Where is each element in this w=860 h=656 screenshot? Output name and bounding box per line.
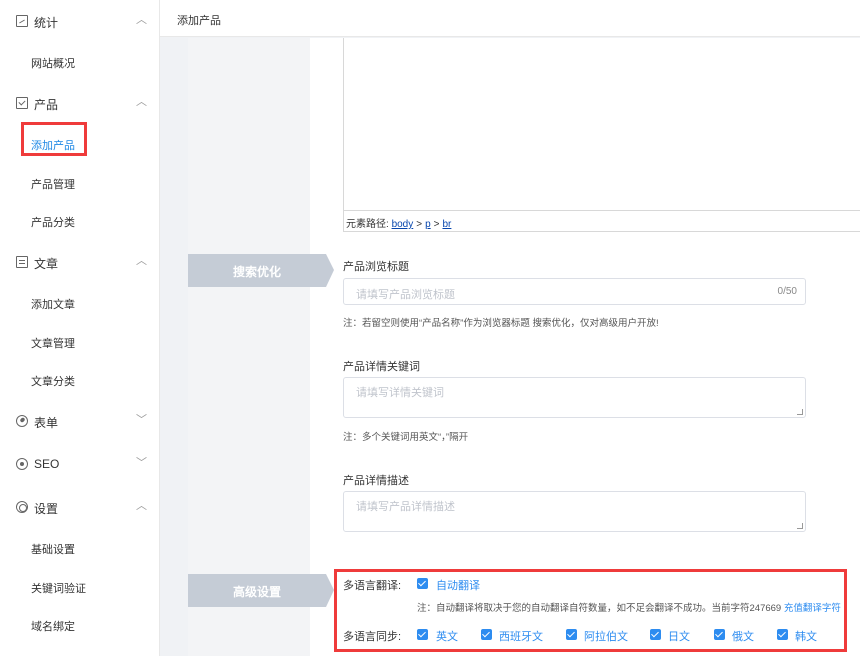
sidebar-group-label: SEO bbox=[34, 457, 60, 471]
chevron-down-icon: ﹀ bbox=[136, 457, 147, 469]
target-icon bbox=[16, 458, 28, 470]
lang-label-russian[interactable]: 俄文 bbox=[732, 628, 754, 644]
element-path-p-link[interactable]: p bbox=[425, 219, 431, 230]
chevron-down-icon: ﹀ bbox=[136, 414, 147, 426]
chevron-up-icon: ︿ bbox=[136, 255, 147, 267]
textarea-placeholder: 请填写详情关键词 bbox=[356, 387, 444, 399]
keywords-label: 产品详情关键词 bbox=[343, 361, 420, 373]
sidebar: 统计 ︿ 网站概况 产品 ︿ 添加产品 产品管理 产品分类 文章 ︿ 添加文章 … bbox=[0, 0, 160, 656]
sidebar-item-basic-settings[interactable]: 基础设置 bbox=[31, 541, 75, 557]
element-path-br-link[interactable]: br bbox=[443, 219, 452, 230]
sidebar-group-label: 设置 bbox=[34, 502, 59, 516]
sidebar-item-domain-binding[interactable]: 域名绑定 bbox=[31, 618, 75, 634]
char-counter: 0/50 bbox=[777, 286, 797, 297]
document-icon bbox=[16, 256, 28, 268]
sidebar-group-settings[interactable]: 设置 ︿ bbox=[0, 495, 160, 519]
auto-translate-label[interactable]: 自动翻译 bbox=[436, 577, 480, 593]
sidebar-item-add-product[interactable]: 添加产品 bbox=[31, 137, 75, 153]
chevron-up-icon: ︿ bbox=[136, 500, 147, 512]
lang-checkbox-spanish[interactable] bbox=[481, 629, 492, 640]
rich-text-editor[interactable] bbox=[343, 38, 860, 232]
sidebar-item-product-manage[interactable]: 产品管理 bbox=[31, 176, 75, 192]
sidebar-group-stats[interactable]: 统计 ︿ bbox=[0, 9, 160, 33]
page-header: 添加产品 bbox=[160, 0, 860, 37]
sidebar-item-article-category[interactable]: 文章分类 bbox=[31, 373, 75, 389]
lang-checkbox-japanese[interactable] bbox=[650, 629, 661, 640]
sidebar-item-keyword-verify[interactable]: 关键词验证 bbox=[31, 580, 86, 596]
resize-grip-icon[interactable] bbox=[797, 523, 803, 529]
section-tab-advanced: 高级设置 bbox=[188, 574, 334, 607]
sidebar-group-articles[interactable]: 文章 ︿ bbox=[0, 250, 160, 274]
resize-grip-icon[interactable] bbox=[797, 409, 803, 415]
lang-checkbox-arabic[interactable] bbox=[566, 629, 577, 640]
check-circle-icon bbox=[16, 415, 28, 427]
section-column bbox=[188, 38, 310, 656]
lang-checkbox-english[interactable] bbox=[417, 629, 428, 640]
section-tab-seo: 搜索优化 bbox=[188, 254, 334, 287]
input-placeholder: 请填写产品浏览标题 bbox=[356, 289, 455, 301]
sidebar-item-add-article[interactable]: 添加文章 bbox=[31, 296, 75, 312]
lang-label-spanish[interactable]: 西班牙文 bbox=[499, 628, 543, 644]
textarea-placeholder: 请填写产品详情描述 bbox=[356, 501, 455, 513]
chart-icon bbox=[16, 15, 28, 27]
sidebar-item-product-category[interactable]: 产品分类 bbox=[31, 214, 75, 230]
sidebar-group-products[interactable]: 产品 ︿ bbox=[0, 91, 160, 115]
sidebar-group-forms[interactable]: 表单 ﹀ bbox=[0, 409, 160, 433]
sidebar-group-label: 文章 bbox=[34, 257, 59, 271]
sync-label: 多语言同步: bbox=[343, 631, 402, 643]
sidebar-group-seo[interactable]: SEO ﹀ bbox=[0, 452, 160, 476]
translate-note-text: 注：自动翻译将取决于您的自动翻译自符数量，如不足会翻译不成功。当前字符24766… bbox=[417, 603, 782, 614]
translate-note: 注：自动翻译将取决于您的自动翻译自符数量，如不足会翻译不成功。当前字符24766… bbox=[417, 600, 841, 614]
lang-checkbox-russian[interactable] bbox=[714, 629, 725, 640]
keywords-note: 注：多个关键词用英文“，”隔开 bbox=[343, 432, 469, 443]
lang-label-english[interactable]: 英文 bbox=[436, 628, 458, 644]
lang-label-korean[interactable]: 韩文 bbox=[795, 628, 817, 644]
description-textarea[interactable]: 请填写产品详情描述 bbox=[343, 491, 806, 532]
chevron-up-icon: ︿ bbox=[136, 96, 147, 108]
sidebar-group-label: 统计 bbox=[34, 16, 59, 30]
browse-title-input[interactable]: 请填写产品浏览标题 0/50 bbox=[343, 278, 806, 305]
sidebar-group-label: 产品 bbox=[34, 98, 59, 112]
element-path-body-link[interactable]: body bbox=[392, 219, 414, 230]
page-title: 添加产品 bbox=[177, 15, 221, 27]
lang-checkbox-korean[interactable] bbox=[777, 629, 788, 640]
gear-icon bbox=[16, 501, 28, 513]
section-title: 高级设置 bbox=[232, 585, 281, 599]
browse-title-note: 注：若留空则使用“产品名称”作为浏览器标题 搜索优化，仅对高级用户开放! bbox=[343, 318, 659, 329]
sidebar-item-site-overview[interactable]: 网站概况 bbox=[31, 55, 75, 71]
recharge-link[interactable]: 充值翻译字符 bbox=[784, 603, 841, 614]
browse-title-label: 产品浏览标题 bbox=[343, 261, 409, 273]
sidebar-item-article-manage[interactable]: 文章管理 bbox=[31, 335, 75, 351]
chevron-up-icon: ︿ bbox=[136, 14, 147, 26]
section-title: 搜索优化 bbox=[232, 265, 281, 279]
sidebar-group-label: 表单 bbox=[34, 416, 59, 430]
box-icon bbox=[16, 97, 28, 109]
lang-label-arabic[interactable]: 阿拉伯文 bbox=[584, 628, 628, 644]
description-label: 产品详情描述 bbox=[343, 475, 409, 487]
editor-element-path: 元素路径: body > p > br bbox=[343, 210, 860, 232]
auto-translate-checkbox[interactable] bbox=[417, 578, 428, 589]
lang-label-japanese[interactable]: 日文 bbox=[668, 628, 690, 644]
translate-label: 多语言翻译: bbox=[343, 580, 402, 592]
element-path-label: 元素路径: bbox=[346, 219, 389, 230]
keywords-textarea[interactable]: 请填写详情关键词 bbox=[343, 377, 806, 418]
